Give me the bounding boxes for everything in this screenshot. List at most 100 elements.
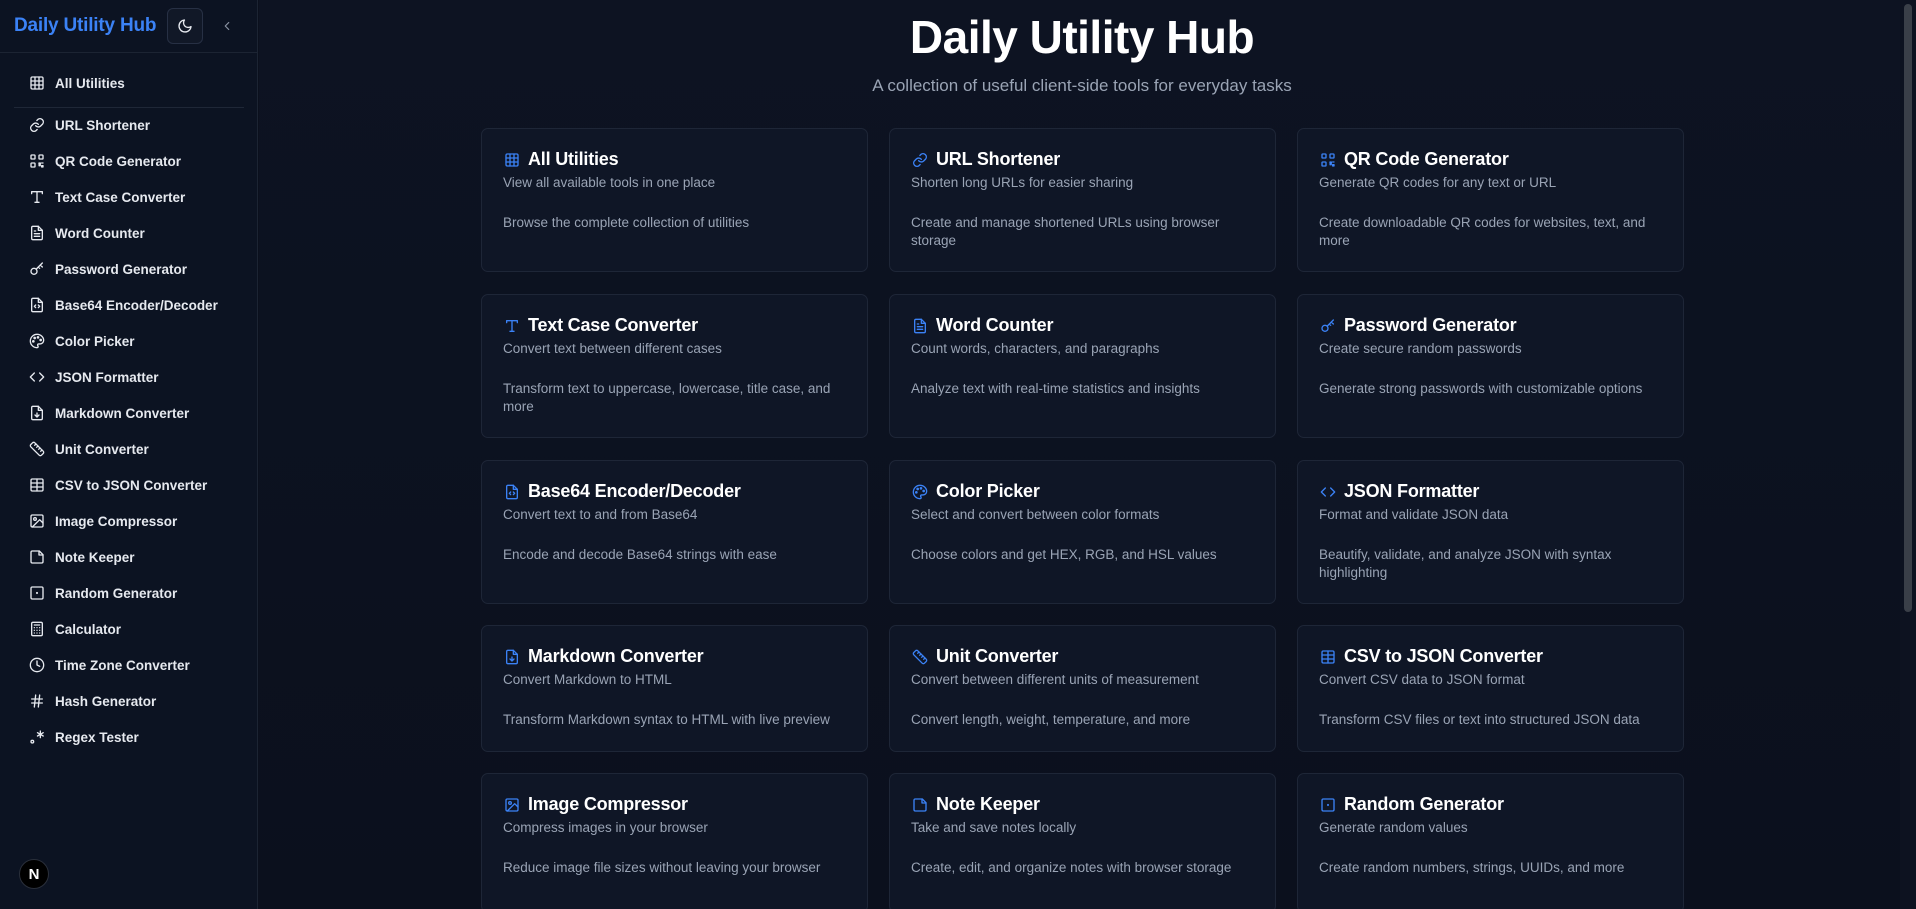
sidebar-item-word-counter[interactable]: Word Counter bbox=[28, 221, 145, 245]
document-icon bbox=[911, 317, 929, 335]
code-icon bbox=[1319, 483, 1337, 501]
utility-card-unit-converter[interactable]: Unit Converter Convert between different … bbox=[889, 625, 1276, 752]
utility-card-markdown-converter[interactable]: Markdown Converter Convert Markdown to HT… bbox=[481, 625, 868, 752]
card-subtitle: Count words, characters, and paragraphs bbox=[911, 341, 1160, 356]
palette-icon bbox=[911, 483, 929, 501]
sidebar-item-label: Markdown Converter bbox=[55, 405, 190, 421]
image-icon bbox=[28, 512, 46, 530]
card-title-text: Note Keeper bbox=[936, 794, 1040, 814]
utility-card-note-keeper[interactable]: Note Keeper Take and save notes locally Cr… bbox=[889, 773, 1276, 909]
hash-icon bbox=[28, 692, 46, 710]
scrollbar-thumb[interactable] bbox=[1904, 4, 1912, 612]
utility-card-image-compressor[interactable]: Image Compressor Compress images in your … bbox=[481, 773, 868, 909]
sidebar-item-qr-code-generator[interactable]: QR Code Generator bbox=[28, 149, 181, 173]
sidebar-item-label: Text Case Converter bbox=[55, 189, 186, 205]
utility-card-csv-to-json-converter[interactable]: CSV to JSON Converter Convert CSV data to… bbox=[1297, 625, 1684, 752]
utility-card-qr-code-generator[interactable]: QR Code Generator Generate QR codes for a… bbox=[1297, 128, 1684, 272]
link-icon bbox=[911, 151, 929, 169]
card-description: Create random numbers, strings, UUIDs, a… bbox=[1319, 860, 1625, 875]
sidebar-divider bbox=[14, 107, 244, 108]
sidebar-item-label: All Utilities bbox=[55, 75, 125, 91]
sidebar-title[interactable]: Daily Utility Hub bbox=[14, 15, 156, 37]
card-title: Markdown Converter bbox=[503, 646, 704, 667]
utility-card-random-generator[interactable]: Random Generator Generate random values Cr… bbox=[1297, 773, 1684, 909]
sidebar-item-unit-converter[interactable]: Unit Converter bbox=[28, 437, 149, 461]
utility-card-color-picker[interactable]: Color Picker Select and convert between c… bbox=[889, 460, 1276, 604]
card-description: Create, edit, and organize notes with br… bbox=[911, 860, 1232, 875]
sidebar-item-label: CSV to JSON Converter bbox=[55, 477, 208, 493]
utility-card-word-counter[interactable]: Word Counter Count words, characters, and… bbox=[889, 294, 1276, 438]
type-icon bbox=[503, 317, 521, 335]
collapse-sidebar-button[interactable] bbox=[215, 14, 239, 38]
sidebar-item-label: Note Keeper bbox=[55, 549, 135, 565]
sidebar-item-random-generator[interactable]: Random Generator bbox=[28, 581, 177, 605]
card-subtitle: Convert text to and from Base64 bbox=[503, 507, 698, 522]
sidebar-item-time-zone-converter[interactable]: Time Zone Converter bbox=[28, 653, 190, 677]
sidebar-item-password-generator[interactable]: Password Generator bbox=[28, 257, 187, 281]
sidebar-item-url-shortener[interactable]: URL Shortener bbox=[28, 113, 150, 137]
sidebar-item-note-keeper[interactable]: Note Keeper bbox=[28, 545, 135, 569]
card-title: URL Shortener bbox=[911, 149, 1060, 170]
main-content: Daily Utility Hub A collection of useful… bbox=[259, 0, 1900, 909]
sidebar-item-label: Unit Converter bbox=[55, 441, 149, 457]
app-root: Daily Utility Hub All Utilities URL Short… bbox=[0, 0, 1916, 909]
card-subtitle: Compress images in your browser bbox=[503, 820, 708, 835]
sidebar-item-all-utilities[interactable]: All Utilities bbox=[28, 71, 125, 95]
card-title-text: Password Generator bbox=[1344, 315, 1517, 335]
sidebar-item-label: Color Picker bbox=[55, 333, 135, 349]
qr-code-icon bbox=[28, 152, 46, 170]
card-subtitle: Convert Markdown to HTML bbox=[503, 672, 672, 687]
sidebar-item-json-formatter[interactable]: JSON Formatter bbox=[28, 365, 159, 389]
card-title: Word Counter bbox=[911, 315, 1053, 336]
card-description: Encode and decode Base64 strings with ea… bbox=[503, 547, 777, 562]
card-title: Note Keeper bbox=[911, 794, 1040, 815]
sidebar-item-markdown-converter[interactable]: Markdown Converter bbox=[28, 401, 189, 425]
sidebar-item-calculator[interactable]: Calculator bbox=[28, 617, 121, 641]
ruler-icon bbox=[28, 440, 46, 458]
sidebar-item-csv-to-json-converter[interactable]: CSV to JSON Converter bbox=[28, 473, 207, 497]
utility-card-base64-encoder-decoder[interactable]: Base64 Encoder/Decoder Convert text to an… bbox=[481, 460, 868, 604]
card-title: Color Picker bbox=[911, 481, 1040, 502]
page-scrollbar[interactable] bbox=[1900, 0, 1916, 909]
clock-icon bbox=[28, 656, 46, 674]
key-icon bbox=[28, 260, 46, 278]
next-badge[interactable]: N bbox=[19, 859, 49, 889]
sidebar-item-text-case-converter[interactable]: Text Case Converter bbox=[28, 185, 185, 209]
calculator-icon bbox=[28, 620, 46, 638]
sidebar-item-base64-encoder-decoder[interactable]: Base64 Encoder/Decoder bbox=[28, 293, 218, 317]
card-title-text: Image Compressor bbox=[528, 794, 688, 814]
moon-icon bbox=[177, 18, 193, 34]
utility-card-all-utilities[interactable]: All Utilities View all available tools in… bbox=[481, 128, 868, 272]
card-description: Transform text to uppercase, lowercase, … bbox=[503, 381, 831, 414]
card-description: Choose colors and get HEX, RGB, and HSL … bbox=[911, 547, 1217, 562]
utility-card-password-generator[interactable]: Password Generator Create secure random p… bbox=[1297, 294, 1684, 438]
image-icon bbox=[503, 796, 521, 814]
card-title: JSON Formatter bbox=[1319, 481, 1479, 502]
page-title: Daily Utility Hub bbox=[909, 11, 1255, 63]
sidebar-item-label: Calculator bbox=[55, 621, 122, 637]
sidebar-item-color-picker[interactable]: Color Picker bbox=[28, 329, 135, 353]
card-title-text: All Utilities bbox=[528, 149, 619, 169]
card-title-text: Base64 Encoder/Decoder bbox=[528, 481, 741, 501]
card-title: Text Case Converter bbox=[503, 315, 698, 336]
sidebar-item-image-compressor[interactable]: Image Compressor bbox=[28, 509, 177, 533]
card-title-text: Markdown Converter bbox=[528, 646, 704, 666]
card-title-text: Word Counter bbox=[936, 315, 1054, 335]
sidebar-item-label: Random Generator bbox=[55, 585, 178, 601]
utility-card-url-shortener[interactable]: URL Shortener Shorten long URLs for easie… bbox=[889, 128, 1276, 272]
theme-toggle-button[interactable] bbox=[167, 8, 204, 44]
sidebar-header: Daily Utility Hub bbox=[0, 0, 257, 53]
card-description: Reduce image file sizes without leaving … bbox=[503, 860, 821, 875]
utility-card-json-formatter[interactable]: JSON Formatter Format and validate JSON d… bbox=[1297, 460, 1684, 604]
card-subtitle: Take and save notes locally bbox=[911, 820, 1077, 835]
card-description: Beautify, validate, and analyze JSON wit… bbox=[1319, 547, 1612, 580]
grid-icon bbox=[28, 74, 46, 92]
file-code-icon bbox=[28, 296, 46, 314]
card-title: All Utilities bbox=[503, 149, 619, 170]
sidebar-item-regex-tester[interactable]: Regex Tester bbox=[28, 725, 139, 749]
card-subtitle: View all available tools in one place bbox=[503, 175, 716, 190]
card-title: Base64 Encoder/Decoder bbox=[503, 481, 741, 502]
sidebar-item-hash-generator[interactable]: Hash Generator bbox=[28, 689, 156, 713]
utility-card-text-case-converter[interactable]: Text Case Converter Convert text between … bbox=[481, 294, 868, 438]
card-title-text: QR Code Generator bbox=[1344, 149, 1509, 169]
